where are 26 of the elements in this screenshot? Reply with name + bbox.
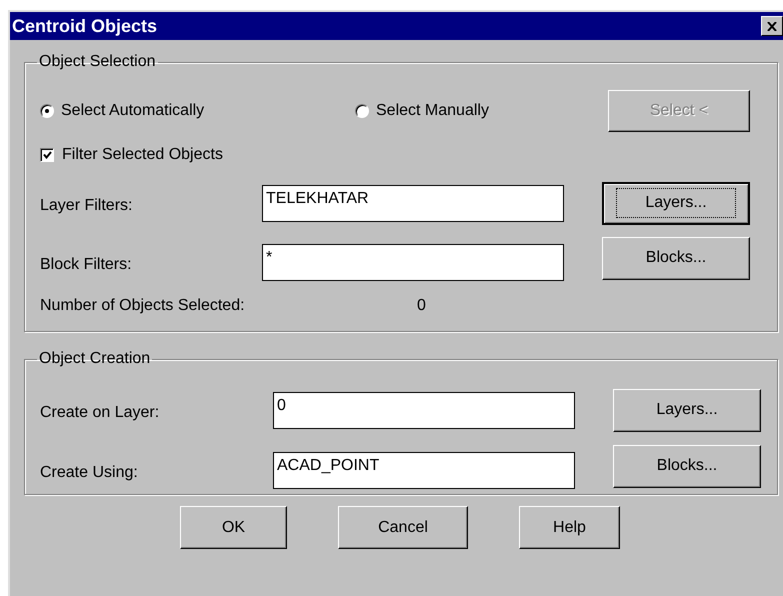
group-title: Object Creation	[38, 349, 152, 369]
text-field[interactable]: ACAD_POINT	[273, 452, 575, 488]
field-label: Create on Layer:	[40, 403, 160, 423]
dialog-button[interactable]: Cancel	[338, 506, 468, 549]
field-label: Create Using:	[40, 463, 139, 483]
dialog-button[interactable]: Help	[519, 506, 620, 549]
text-field[interactable]: *	[262, 244, 564, 280]
dialog-button[interactable]: Layers...	[602, 182, 750, 224]
dialog-button[interactable]: Layers...	[613, 388, 761, 432]
dialog-button[interactable]: Blocks...	[602, 236, 750, 280]
field-label: Layer Filters:	[40, 196, 134, 216]
dialog-button[interactable]: OK	[180, 506, 287, 549]
text-field[interactable]: 0	[273, 392, 575, 428]
checkbox-option[interactable]: Filter Selected Objects	[40, 142, 223, 168]
count-value: 0	[417, 296, 426, 316]
text-field[interactable]: TELEKHATAR	[262, 184, 564, 222]
close-button[interactable]	[761, 16, 783, 36]
radio-option[interactable]: Select Manually	[355, 99, 608, 123]
window-title: Centroid Objects	[12, 14, 158, 38]
check-icon	[42, 151, 52, 159]
close-icon	[767, 22, 777, 30]
group-title: Object Selection	[38, 52, 157, 72]
dialog-button[interactable]: Blocks...	[613, 444, 761, 488]
field-label: Block Filters:	[40, 255, 133, 275]
count-label: Number of Objects Selected:	[40, 296, 246, 316]
radio-option[interactable]: Select Automatically	[40, 99, 355, 123]
